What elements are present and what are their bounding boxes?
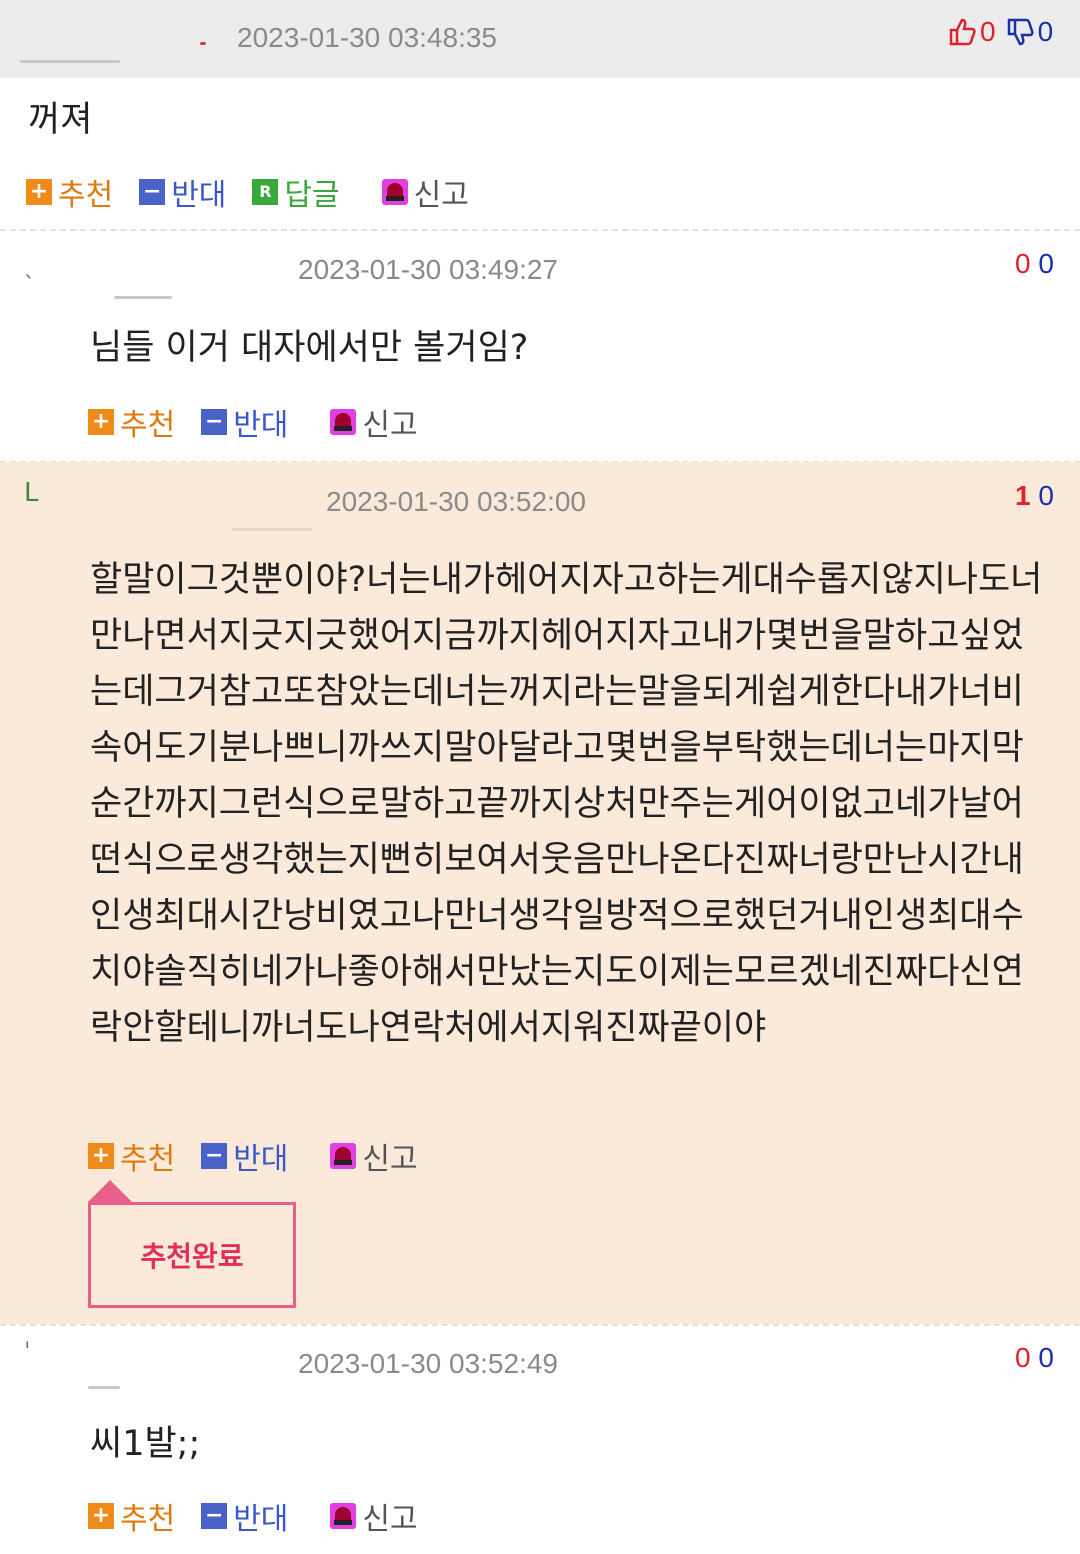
up-count: 0: [1015, 248, 1031, 279]
up-count: 1: [1015, 480, 1031, 511]
popup-text: 추천완료: [140, 1240, 244, 1273]
down-count: 0: [1038, 1342, 1054, 1373]
up-count: 0: [1015, 1342, 1031, 1373]
report-button[interactable]: 신고: [330, 1494, 418, 1538]
down-count: 0: [1038, 480, 1054, 511]
recommend-label: 추천: [120, 1142, 176, 1177]
reply-label: 답글: [284, 178, 340, 213]
reply-button[interactable]: R 답글: [252, 170, 340, 214]
thumbs-up-icon[interactable]: [948, 17, 976, 47]
report-label: 신고: [362, 408, 418, 443]
vote-counts: 0 0: [948, 16, 1053, 48]
comment-2: ˎ 2023-01-30 03:49:27 0 0 님들 이거 대자에서만 볼거…: [0, 230, 1080, 462]
minus-icon: −: [201, 409, 228, 435]
nickname-redacted: [20, 60, 120, 63]
report-button[interactable]: 신고: [381, 170, 469, 214]
minus-icon: −: [201, 1143, 228, 1169]
oppose-label: 반대: [233, 1142, 289, 1177]
recommend-complete-popup[interactable]: 추천완료: [88, 1202, 296, 1308]
report-label: 신고: [362, 1502, 418, 1537]
report-label: 신고: [362, 1142, 418, 1177]
thumbs-down-icon[interactable]: [1006, 17, 1034, 47]
comment-timestamp: 2023-01-30 03:52:00: [326, 486, 586, 517]
siren-icon: [330, 409, 357, 435]
recommend-button[interactable]: + 추천: [88, 1494, 175, 1538]
report-button[interactable]: 신고: [330, 400, 418, 444]
plus-icon: +: [88, 409, 114, 435]
vote-counts: 1 0: [1015, 480, 1054, 512]
vote-counts: 0 0: [1015, 1342, 1054, 1374]
recommend-button[interactable]: + 추천: [88, 1134, 175, 1178]
comment-timestamp: 2023-01-30 03:49:27: [298, 254, 558, 285]
report-button[interactable]: 신고: [330, 1134, 418, 1178]
nickname-redacted-mark: [200, 42, 206, 45]
comment-header: [0, 0, 1080, 78]
nickname-redacted: ˎ: [24, 254, 35, 279]
plus-icon: +: [88, 1503, 114, 1529]
oppose-label: 반대: [233, 1502, 289, 1537]
nickname-redacted: ˈ: [24, 1338, 31, 1366]
oppose-button[interactable]: − 반대: [139, 170, 226, 214]
comment-timestamp: 2023-01-30 03:52:49: [298, 1348, 558, 1379]
siren-icon: [330, 1503, 357, 1529]
minus-icon: −: [201, 1503, 228, 1529]
recommend-button[interactable]: + 추천: [26, 170, 113, 214]
nickname-redacted: [88, 1386, 120, 1389]
comment-actions: + 추천 − 반대 R 답글 신고: [26, 170, 495, 214]
oppose-button[interactable]: − 반대: [201, 400, 288, 444]
nickname-redacted: [114, 296, 172, 299]
down-count: 0: [1037, 16, 1054, 47]
down-count: 0: [1038, 248, 1054, 279]
reply-icon: R: [252, 179, 279, 205]
plus-icon: +: [26, 179, 52, 205]
oppose-label: 반대: [171, 178, 227, 213]
minus-icon: −: [139, 179, 166, 205]
comment-actions: + 추천 − 반대 신고: [88, 400, 444, 444]
recommend-button[interactable]: + 추천: [88, 400, 175, 444]
vote-counts: 0 0: [1015, 248, 1054, 280]
popup-arrow: [88, 1180, 132, 1202]
siren-icon: [330, 1143, 357, 1169]
comment-body: 님들 이거 대자에서만 볼거임?: [90, 328, 529, 368]
recommend-label: 추천: [120, 408, 176, 443]
comment-actions: + 추천 − 반대 신고: [88, 1134, 444, 1178]
oppose-button[interactable]: − 반대: [201, 1494, 288, 1538]
oppose-button[interactable]: − 반대: [201, 1134, 288, 1178]
comment-body: 꺼져: [28, 100, 93, 140]
comment-3: L 2023-01-30 03:52:00 1 0 할말이그것뿐이야?너는내가헤…: [0, 462, 1080, 1324]
comment-4: ˈ 2023-01-30 03:52:49 0 0 씨1발;; + 추천 − 반…: [0, 1324, 1080, 1554]
recommend-label: 추천: [120, 1502, 176, 1537]
oppose-label: 반대: [233, 408, 289, 443]
report-label: 신고: [413, 178, 469, 213]
nickname-redacted: [232, 528, 312, 531]
nickname-redacted: L: [24, 478, 39, 508]
siren-icon: [381, 179, 408, 205]
comment-1: 2023-01-30 03:48:35 0 0 꺼져 + 추천 − 반대 R 답…: [0, 0, 1080, 230]
recommend-label: 추천: [58, 178, 114, 213]
up-count: 0: [980, 16, 996, 47]
comment-body: 씨1발;;: [90, 1424, 201, 1464]
comment-actions: + 추천 − 반대 신고: [88, 1494, 444, 1538]
plus-icon: +: [88, 1143, 114, 1169]
comment-body: 할말이그것뿐이야?너는내가헤어지자고하는게대수롭지않지나도너만나면서지긋지긋했어…: [90, 560, 1043, 1048]
comment-timestamp: 2023-01-30 03:48:35: [237, 22, 497, 53]
